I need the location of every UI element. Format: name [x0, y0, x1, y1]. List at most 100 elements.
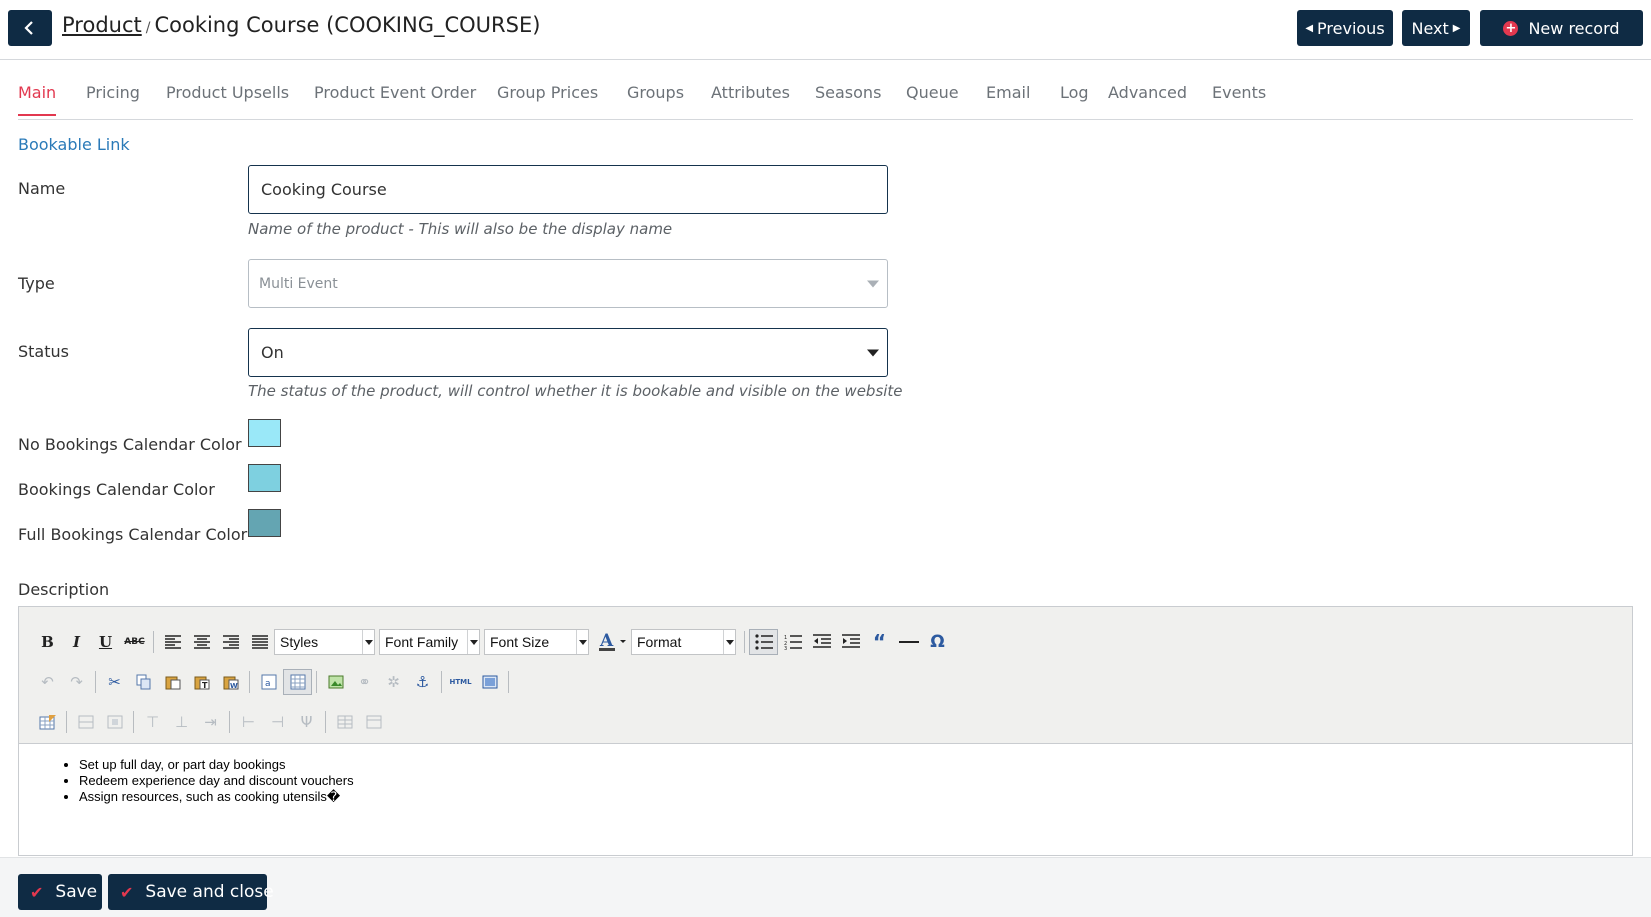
styles-select-label: Styles — [280, 634, 319, 650]
paste-icon[interactable] — [158, 669, 187, 695]
format-select-label: Format — [637, 634, 682, 650]
find-replace-icon[interactable]: a — [254, 669, 283, 695]
breadcrumb-product-link[interactable]: Product — [62, 13, 142, 37]
tab-queue[interactable]: Queue — [906, 83, 959, 102]
tab-events[interactable]: Events — [1212, 83, 1266, 102]
indent-icon[interactable] — [836, 629, 865, 655]
insert-table-icon[interactable] — [33, 709, 62, 735]
paste-text-icon[interactable]: T — [187, 669, 216, 695]
tab-seasons[interactable]: Seasons — [815, 83, 881, 102]
numbered-list-icon[interactable]: 123 — [778, 629, 807, 655]
horizontal-rule-icon[interactable] — [894, 629, 923, 655]
table-row-props-icon[interactable] — [71, 709, 100, 735]
insert-row-after-icon[interactable]: ⊥ — [167, 709, 196, 735]
tab-attributes[interactable]: Attributes — [711, 83, 790, 102]
tab-groups[interactable]: Groups — [627, 83, 684, 102]
bullet-list-icon[interactable] — [749, 629, 778, 655]
bold-button[interactable]: B — [33, 629, 62, 655]
tab-advanced[interactable]: Advanced — [1108, 83, 1187, 102]
align-justify-icon[interactable] — [245, 629, 274, 655]
name-input[interactable]: Cooking Course — [248, 165, 888, 214]
undo-icon[interactable]: ↶ — [33, 669, 62, 695]
toolbar-row-2: ↶ ↷ ✂ T W a ⚭ ✲ ⚓ HTML — [33, 667, 513, 697]
toolbar-separator — [153, 631, 154, 653]
blockquote-icon[interactable]: “ — [865, 629, 894, 655]
status-select[interactable]: On — [248, 328, 888, 377]
paste-word-icon[interactable]: W — [216, 669, 245, 695]
link-icon[interactable]: ⚭ — [350, 669, 379, 695]
insert-image-icon[interactable] — [321, 669, 350, 695]
svg-text:3: 3 — [784, 646, 787, 650]
tab-log[interactable]: Log — [1060, 83, 1089, 102]
insert-col-after-icon[interactable]: ⊣ — [263, 709, 292, 735]
align-center-icon[interactable] — [187, 629, 216, 655]
editor-content[interactable]: Set up full day, or part day bookings Re… — [19, 745, 1632, 855]
page-header: Product / Cooking Course (COOKING_COURSE) … — [0, 0, 1651, 60]
previous-button[interactable]: ◀ Previous — [1297, 10, 1393, 46]
insert-row-before-icon[interactable]: ⊤ — [138, 709, 167, 735]
save-label: Save — [55, 882, 98, 902]
tab-main[interactable]: Main — [18, 83, 57, 116]
list-item: Redeem experience day and discount vouch… — [79, 773, 1632, 789]
type-select: Multi Event — [248, 259, 888, 308]
font-family-select-label: Font Family — [385, 634, 459, 650]
save-button[interactable]: ✔ Save — [18, 874, 102, 910]
status-value: On — [261, 343, 284, 362]
cut-icon[interactable]: ✂ — [100, 669, 129, 695]
copy-icon[interactable] — [129, 669, 158, 695]
no-bookings-color-swatch[interactable] — [248, 419, 281, 447]
name-help-text: Name of the product - This will also be … — [248, 220, 673, 238]
redo-icon[interactable]: ↷ — [62, 669, 91, 695]
italic-button[interactable]: I — [62, 629, 91, 655]
chevron-down-icon — [867, 349, 879, 356]
tab-product-event-order[interactable]: Product Event Order — [314, 83, 476, 102]
underline-button[interactable]: U — [91, 629, 120, 655]
unlink-icon[interactable]: ✲ — [379, 669, 408, 695]
form-footer: ✔ Save ✔ Save and close — [0, 857, 1651, 917]
svg-text:T: T — [202, 681, 208, 690]
type-label: Type — [18, 274, 55, 293]
tab-group-prices[interactable]: Group Prices — [497, 83, 598, 102]
back-button[interactable] — [8, 10, 52, 46]
save-and-close-button[interactable]: ✔ Save and close — [108, 874, 274, 910]
strikethrough-button[interactable]: ABC — [120, 629, 149, 655]
breadcrumb-separator: / — [145, 20, 151, 36]
full-bookings-color-swatch[interactable] — [248, 509, 281, 537]
chevron-down-icon — [867, 280, 879, 287]
text-color-button[interactable]: A — [593, 629, 631, 655]
special-character-icon[interactable]: Ω — [923, 629, 952, 655]
visual-aid-icon[interactable] — [283, 669, 312, 695]
description-list: Set up full day, or part day bookings Re… — [19, 757, 1632, 805]
insert-col-before-icon[interactable]: ⊢ — [234, 709, 263, 735]
merge-cells-icon[interactable] — [359, 709, 388, 735]
delete-col-icon[interactable]: Ψ — [292, 709, 321, 735]
check-icon: ✔ — [30, 882, 44, 902]
toolbar-separator — [508, 671, 509, 693]
full-bookings-color-label: Full Bookings Calendar Color — [18, 525, 248, 544]
font-family-select[interactable]: Font Family — [379, 629, 480, 655]
status-label: Status — [18, 342, 69, 361]
editor-toolbar: B I U ABC Styles Font Family Font Size A… — [19, 607, 1632, 744]
table-cell-props-icon[interactable] — [100, 709, 129, 735]
styles-select[interactable]: Styles — [274, 629, 375, 655]
html-source-icon[interactable]: HTML — [446, 669, 475, 695]
new-record-button[interactable]: + New record — [1480, 10, 1643, 46]
outdent-icon[interactable] — [807, 629, 836, 655]
tab-email[interactable]: Email — [986, 83, 1030, 102]
font-size-select[interactable]: Font Size — [484, 629, 589, 655]
tab-pricing[interactable]: Pricing — [86, 83, 140, 102]
bookings-color-swatch[interactable] — [248, 464, 281, 492]
split-cells-icon[interactable] — [330, 709, 359, 735]
tab-product-upsells[interactable]: Product Upsells — [166, 83, 289, 102]
next-button[interactable]: Next ▶ — [1402, 10, 1470, 46]
anchor-icon[interactable]: ⚓ — [408, 669, 437, 695]
align-left-icon[interactable] — [158, 629, 187, 655]
format-select[interactable]: Format — [631, 629, 736, 655]
no-bookings-color-label: No Bookings Calendar Color — [18, 435, 242, 454]
toolbar-separator — [441, 671, 442, 693]
delete-row-icon[interactable]: ⇥ — [196, 709, 225, 735]
align-right-icon[interactable] — [216, 629, 245, 655]
dropdown-arrow-icon — [723, 630, 735, 654]
bookable-link[interactable]: Bookable Link — [18, 135, 130, 154]
fullscreen-icon[interactable] — [475, 669, 504, 695]
